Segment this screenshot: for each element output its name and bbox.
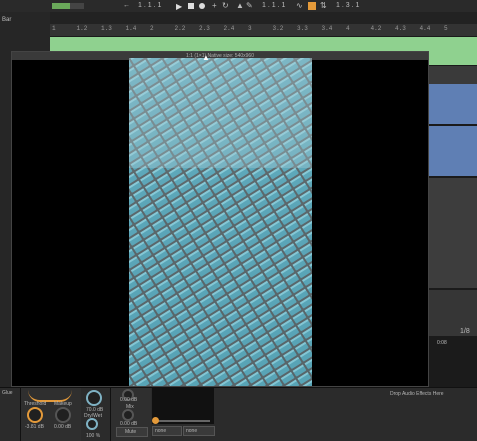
ruler-tick-label: 3.3 [297, 25, 308, 32]
ruler-tick-label: 3 [248, 25, 252, 32]
ruler-tick-label: 5 [444, 25, 448, 32]
ruler-tick-label: 4 [346, 25, 350, 32]
mode-b-value: none [186, 428, 198, 434]
device-chain: Glue Threshold Makeup -3.81 dB 0.00 dB 7… [0, 387, 477, 441]
threshold-value: -3.81 dB [25, 424, 44, 430]
ruler-tick-label: 1 [52, 25, 56, 32]
draw-mode-icon[interactable]: ∿ [296, 1, 303, 10]
ruler-tick-label: 1.2 [76, 25, 88, 32]
gain-value: 0.00 dB [120, 397, 138, 403]
ruler-tick-label: 3.4 [321, 25, 333, 32]
mute-label: Mute [125, 429, 137, 435]
mode-a-select[interactable]: none [152, 426, 182, 436]
makeup-knob[interactable] [55, 407, 71, 423]
ruler-tick-label: 1.4 [125, 25, 137, 32]
ruler-tick-label: 4.4 [419, 25, 431, 32]
video-preview-window[interactable]: 1:1 (1×1) Native size: 540x960 ▲ [12, 52, 428, 386]
clip-mini-overview [50, 12, 477, 24]
ruler-tick-label: 2.4 [223, 25, 235, 32]
mode-b-select[interactable]: none [183, 426, 215, 436]
mix-knob[interactable] [122, 409, 134, 421]
cpu-meter [52, 3, 70, 9]
device-group-label: Glue [2, 390, 13, 396]
display-panel [152, 388, 214, 424]
ruler-tick-label: 2.2 [174, 25, 186, 32]
midi-mode-icon[interactable]: ⇅ [320, 1, 327, 10]
key-mode-button[interactable] [308, 2, 316, 10]
video-frame [129, 58, 312, 386]
position-right-readout[interactable]: 1 . 1 . 1 [262, 0, 285, 12]
position-left-readout[interactable]: 1 . 1 . 1 [138, 0, 161, 12]
drop-audio-effects-hint: Drop Audio Effects Here [390, 391, 444, 397]
add-icon[interactable]: + [212, 1, 217, 10]
slider-handle[interactable] [152, 417, 159, 424]
record-icon[interactable] [199, 3, 205, 9]
ruler-tick-label: 4.3 [395, 25, 406, 32]
range-knob[interactable] [86, 390, 102, 406]
cursor-icon: ▲ [202, 53, 210, 62]
metronome-icon[interactable]: ▲ [236, 1, 244, 10]
track-name[interactable]: Bar [2, 17, 11, 23]
cpu-meter-bg [70, 3, 84, 9]
ruler-tick-label: 1.3 [101, 25, 112, 32]
time-label: 0:08 [437, 340, 447, 346]
ratio-label: 1/8 [460, 328, 470, 335]
drywet-value: 100 % [86, 433, 101, 439]
play-icon[interactable]: ▶ [176, 2, 182, 11]
mode-a-value: none [155, 428, 167, 434]
mute-button[interactable]: Mute [116, 427, 148, 437]
ruler-tick-label: 2 [150, 25, 154, 32]
makeup-value: 0.00 dB [54, 424, 72, 430]
arrow-left-icon[interactable]: ← [123, 2, 130, 9]
ruler-tick-label: 3.2 [272, 25, 284, 32]
brick-pattern-image [129, 58, 312, 386]
loop-end-readout[interactable]: 1 . 3 . 1 [336, 0, 359, 12]
slider-track[interactable] [156, 420, 210, 422]
ruler-tick-label: 4.2 [370, 25, 382, 32]
timeline-ruler[interactable]: 1 1.2 1.3 1.4 2 2.2 2.3 2.4 3 3.2 3.3 3.4 4 4.2 4.3 4.4… [50, 24, 477, 37]
drywet-knob[interactable] [86, 418, 98, 430]
pencil-icon[interactable]: ✎ [246, 1, 253, 10]
ruler-tick-label: 2.3 [199, 25, 210, 32]
stop-icon[interactable] [188, 3, 194, 9]
threshold-knob[interactable] [27, 407, 43, 423]
loop-icon[interactable]: ↻ [222, 1, 229, 10]
